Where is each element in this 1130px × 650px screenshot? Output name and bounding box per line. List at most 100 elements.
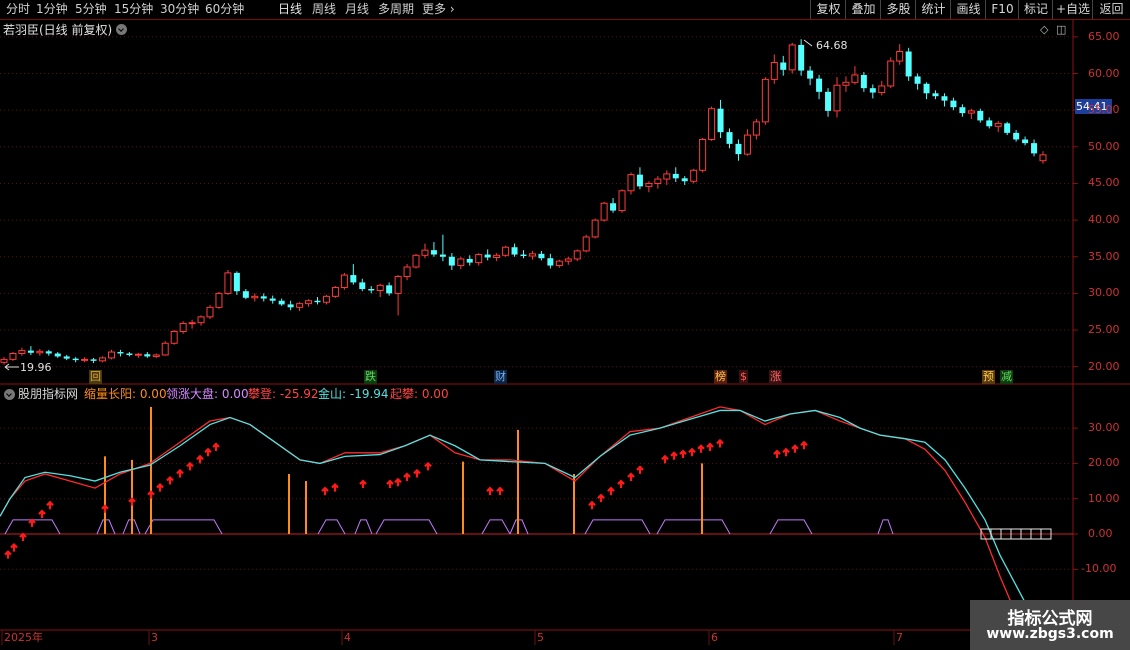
statistics-button[interactable]: 统计	[915, 0, 951, 19]
up-arrow-icon	[196, 454, 204, 464]
date-tick-label: 3	[151, 631, 158, 644]
candle-body	[359, 282, 366, 290]
price-tick-label: 45.00	[1088, 176, 1120, 190]
candle-body	[394, 276, 402, 294]
more-periods-button[interactable]: 更多 ›	[422, 2, 455, 16]
candle-body	[368, 289, 375, 291]
event-marker[interactable]: 预	[982, 370, 995, 384]
add-favorite-button[interactable]: +自选	[1052, 0, 1093, 19]
indicator-tick-label: -10.00	[1081, 562, 1117, 576]
mark-button[interactable]: 标记	[1018, 0, 1053, 19]
candle-body	[386, 285, 393, 294]
indicator-dropdown-icon[interactable]	[4, 389, 15, 400]
candle-body	[314, 300, 321, 303]
up-arrow-icon	[166, 475, 174, 485]
candle-body	[788, 44, 796, 71]
f10-button[interactable]: F10	[985, 0, 1019, 19]
candle-body	[278, 300, 285, 305]
candle-body	[591, 219, 599, 238]
candle-body	[780, 62, 787, 70]
up-arrow-icon	[176, 468, 184, 478]
period-tab-30min[interactable]: 30分钟	[160, 2, 199, 16]
indicator-field: 缩量长阳: 0.00	[84, 387, 167, 401]
indicator-tick-label: 30.00	[1088, 421, 1120, 435]
candle-body	[538, 253, 545, 259]
period-tab-weekly[interactable]: 周线	[312, 2, 336, 16]
candle-body	[977, 110, 984, 121]
date-tick-label: 7	[896, 631, 903, 644]
up-arrow-icon	[46, 500, 54, 510]
price-tick-label: 40.00	[1088, 213, 1120, 227]
price-tick-label: 25.00	[1088, 323, 1120, 337]
period-tab-15min[interactable]: 15分钟	[114, 2, 153, 16]
period-tab-5min[interactable]: 5分钟	[75, 2, 107, 16]
candle-body	[528, 253, 536, 257]
period-tab-60min[interactable]: 60分钟	[205, 2, 244, 16]
candle-body	[564, 258, 572, 262]
event-marker[interactable]: 回	[89, 370, 102, 384]
up-arrow-icon	[706, 442, 714, 451]
up-arrow-icon	[486, 486, 494, 496]
chevron-right-icon: ›	[446, 2, 455, 16]
stock-chart[interactable]	[0, 20, 1130, 650]
candle-body	[45, 351, 52, 354]
up-arrow-icon	[617, 479, 625, 489]
event-marker[interactable]: 涨	[769, 370, 782, 384]
period-tab-timeshare[interactable]: 分时	[6, 2, 30, 16]
date-tick-label: 2025年	[4, 631, 43, 644]
up-arrow-icon	[10, 543, 18, 552]
event-marker[interactable]: $	[739, 370, 748, 384]
candle-body	[448, 256, 455, 266]
up-arrow-icon	[413, 468, 421, 478]
up-arrow-icon	[588, 500, 596, 510]
title-dropdown-icon[interactable]	[116, 24, 127, 35]
overlay-button[interactable]: 叠加	[845, 0, 881, 19]
period-tab-1min[interactable]: 1分钟	[36, 2, 68, 16]
candle-body	[287, 304, 294, 308]
candle-body	[752, 121, 760, 136]
split-icon[interactable]: ◫	[1056, 23, 1066, 37]
period-tab-multi[interactable]: 多周期	[378, 2, 414, 16]
event-marker[interactable]: 跌	[364, 370, 377, 384]
fuquan-button[interactable]: 复权	[810, 0, 846, 19]
candle-body	[296, 303, 304, 308]
back-button[interactable]: 返回	[1092, 0, 1130, 19]
indicator-field: 领涨大盘: 0.00	[166, 387, 249, 401]
lead-rise-shape	[144, 519, 223, 535]
candle-body	[484, 254, 491, 258]
candle-body	[1013, 132, 1020, 140]
diamond-icon[interactable]: ◇	[1040, 23, 1048, 37]
candle-body	[860, 74, 867, 89]
draw-line-button[interactable]: 画线	[950, 0, 986, 19]
candle-body	[161, 342, 169, 356]
indicator-tick-label: 0.00	[1088, 527, 1113, 540]
candle-body	[636, 174, 643, 187]
multi-stock-button[interactable]: 多股	[880, 0, 916, 19]
up-arrow-icon	[321, 486, 329, 496]
up-arrow-icon	[359, 479, 367, 489]
candle-body	[959, 107, 966, 114]
up-arrow-icon	[4, 550, 12, 559]
candle-body	[1004, 123, 1011, 133]
candle-body	[547, 258, 554, 266]
candle-body	[430, 250, 437, 255]
candle-body	[305, 300, 313, 305]
event-marker[interactable]: 财	[494, 370, 507, 384]
period-tab-daily[interactable]: 日线	[278, 2, 302, 16]
candle-body	[63, 356, 70, 359]
candle-body	[825, 91, 832, 111]
period-tab-monthly[interactable]: 月线	[345, 2, 369, 16]
date-tick-label: 5	[537, 631, 544, 644]
indicator-field: 金山: -19.94	[318, 387, 389, 401]
candle-body	[251, 295, 259, 299]
candle-body	[107, 351, 115, 359]
high-arrow-icon	[803, 39, 813, 47]
up-arrow-icon	[331, 483, 339, 492]
price-tick-label: 65.00	[1088, 29, 1120, 43]
candle-body	[914, 76, 921, 84]
up-arrow-icon	[424, 461, 432, 471]
event-marker[interactable]: 减	[1000, 370, 1013, 384]
candle-body	[887, 60, 895, 87]
candle-body	[350, 275, 357, 283]
event-marker[interactable]: 榜	[714, 370, 727, 384]
